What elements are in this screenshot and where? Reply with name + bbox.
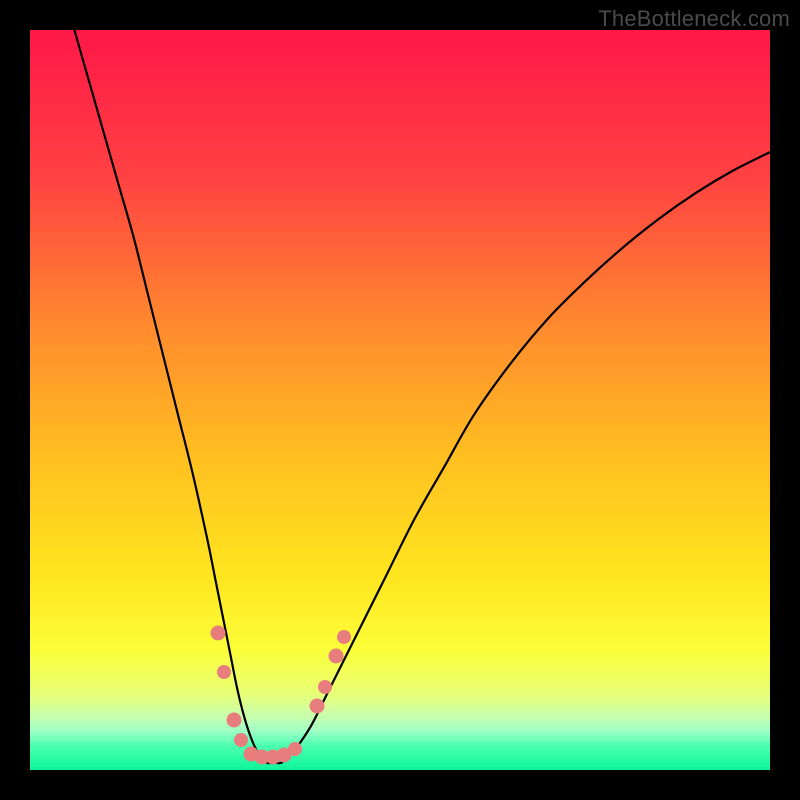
marker-right-lower-1: [310, 699, 325, 714]
marker-right-upper-1: [329, 649, 344, 664]
chart-frame: TheBottleneck.com: [0, 0, 800, 800]
bottleneck-curve: [30, 30, 770, 770]
marker-left-lower-1: [227, 712, 242, 727]
watermark-label: TheBottleneck.com: [598, 6, 790, 32]
marker-right-upper-2: [337, 630, 351, 644]
marker-right-lower-2: [318, 680, 332, 694]
marker-trough-5: [288, 742, 302, 756]
marker-left-upper-1: [210, 626, 225, 641]
marker-left-upper-2: [217, 665, 231, 679]
plot-area: [30, 30, 770, 770]
marker-left-lower-2: [234, 733, 248, 747]
